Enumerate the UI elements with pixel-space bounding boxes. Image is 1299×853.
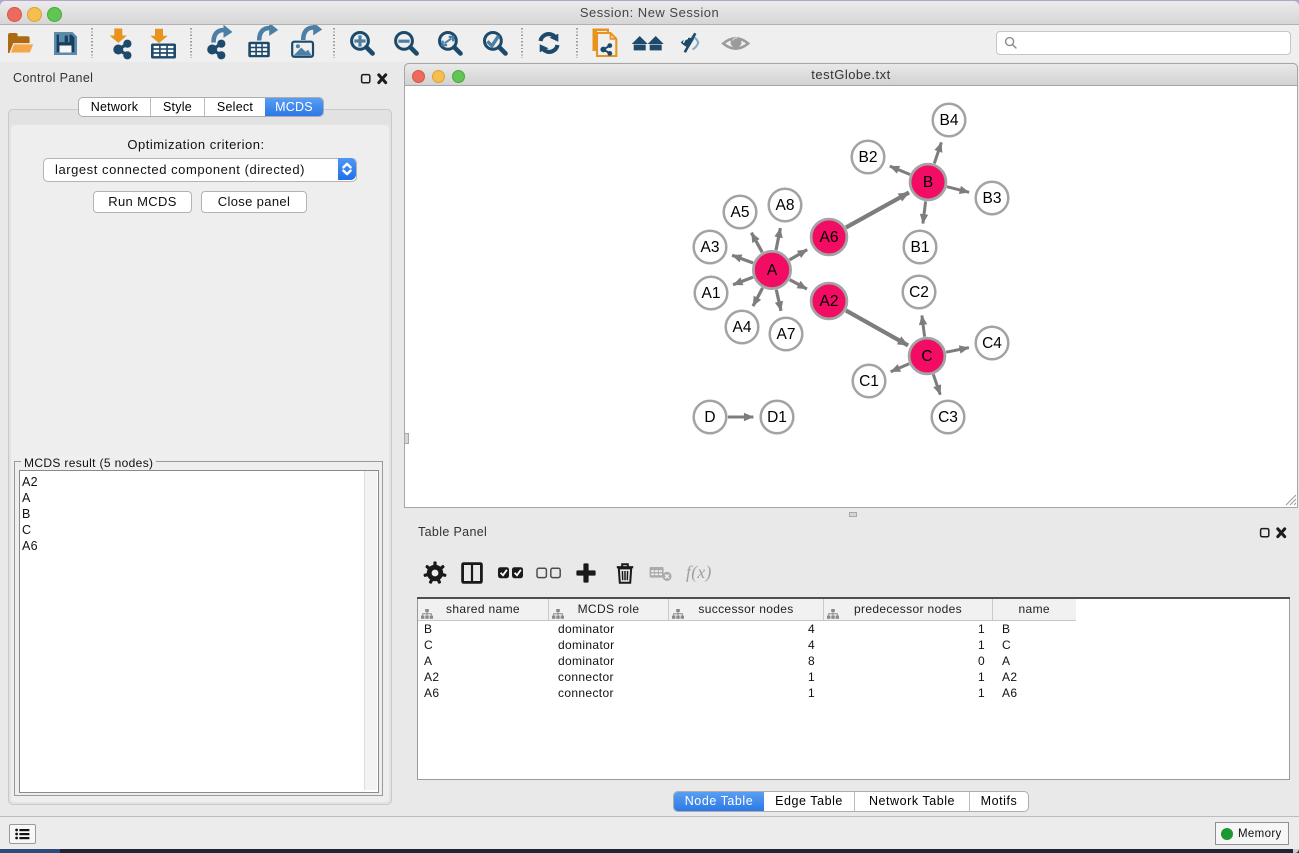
svg-text:B4: B4 — [940, 112, 959, 129]
svg-text:B1: B1 — [911, 239, 930, 256]
svg-text:B3: B3 — [983, 190, 1002, 207]
svg-text:A6: A6 — [820, 229, 839, 246]
svg-text:A1: A1 — [702, 285, 721, 302]
svg-text:C4: C4 — [982, 335, 1002, 352]
svg-text:C3: C3 — [938, 409, 958, 426]
svg-text:D: D — [704, 409, 715, 426]
svg-text:A: A — [767, 262, 778, 279]
svg-text:B2: B2 — [859, 149, 878, 166]
svg-text:C: C — [921, 348, 932, 365]
svg-text:C2: C2 — [909, 284, 929, 301]
svg-text:A4: A4 — [733, 319, 752, 336]
svg-text:C1: C1 — [859, 373, 879, 390]
svg-text:D1: D1 — [767, 409, 787, 426]
svg-text:A7: A7 — [777, 326, 796, 343]
svg-text:A2: A2 — [820, 293, 839, 310]
svg-text:A8: A8 — [776, 197, 795, 214]
svg-text:B: B — [923, 174, 933, 191]
svg-text:A3: A3 — [701, 239, 720, 256]
svg-text:A5: A5 — [731, 204, 750, 221]
